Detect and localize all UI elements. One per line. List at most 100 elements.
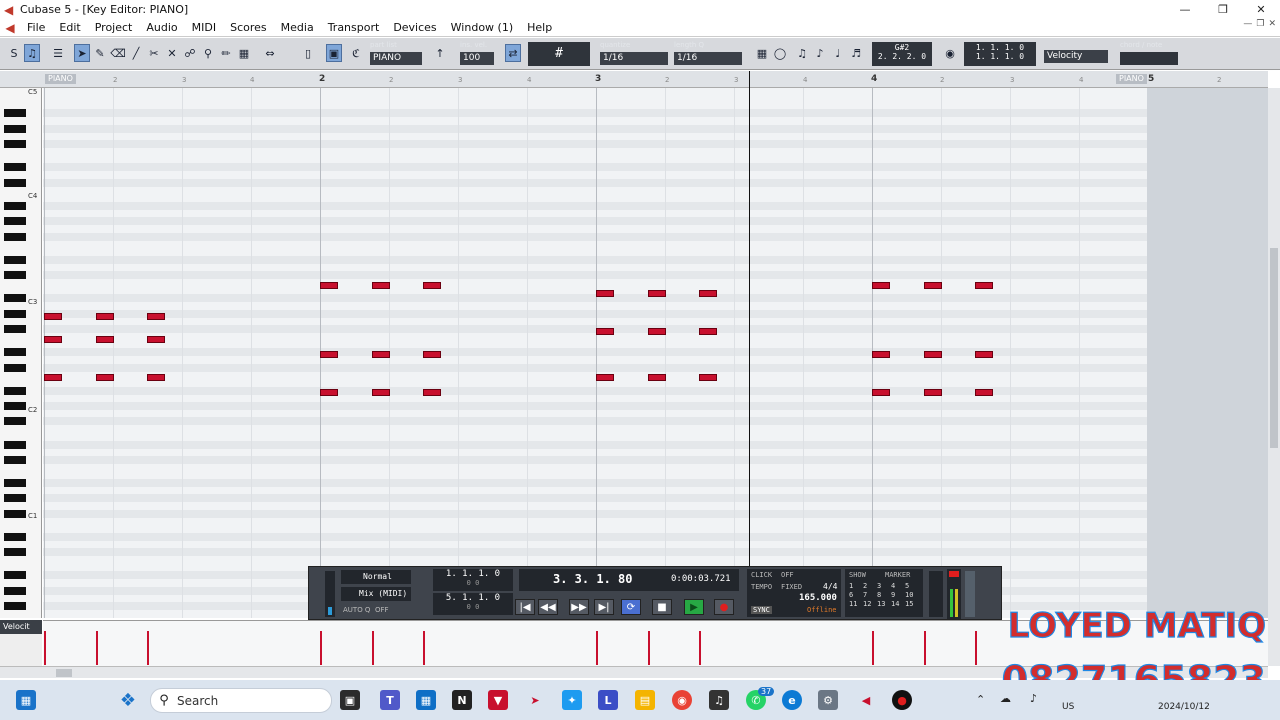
marker-button-4[interactable]: 4 <box>891 582 905 590</box>
marker-button-13[interactable]: 13 <box>877 600 891 608</box>
notion-icon[interactable]: N <box>452 690 472 710</box>
cubase-taskbar-icon[interactable]: ◀ <box>856 690 876 710</box>
onedrive-icon[interactable]: ☁ <box>1000 692 1011 705</box>
controller-selector[interactable]: Velocity <box>1042 43 1110 69</box>
midi-note[interactable] <box>147 374 166 381</box>
erase-tool-icon[interactable]: ⌫ <box>110 44 126 62</box>
show-markers-button[interactable]: SHOW <box>849 571 866 579</box>
black-key[interactable] <box>4 586 26 595</box>
marker-button-8[interactable]: 8 <box>877 591 891 599</box>
velocity-bar[interactable] <box>423 631 426 665</box>
cycle-button[interactable]: ⟳ <box>621 599 641 615</box>
cycle-record-mode-selector[interactable]: Mix (MIDI) <box>341 587 411 601</box>
marker-button-3[interactable]: 3 <box>877 582 891 590</box>
midi-note[interactable] <box>44 313 62 320</box>
black-key[interactable] <box>4 309 26 318</box>
store-icon[interactable]: ▦ <box>416 690 436 710</box>
black-key[interactable] <box>4 602 26 611</box>
black-key[interactable] <box>4 201 26 210</box>
menu-audio[interactable]: Audio <box>139 21 184 34</box>
split-tool-icon[interactable]: ✂ <box>146 44 162 62</box>
zoom-tool-icon[interactable]: ⚲ <box>200 44 216 62</box>
mdi-close-icon[interactable]: ✕ <box>1268 19 1276 29</box>
mute-tool-icon[interactable]: ✕ <box>164 44 180 62</box>
start-icon[interactable]: ❖ <box>118 690 138 711</box>
black-key[interactable] <box>4 571 26 580</box>
midi-note[interactable] <box>647 328 666 335</box>
tempo-button[interactable]: TEMPO <box>751 583 772 591</box>
black-key[interactable] <box>4 509 26 518</box>
time-warp-tool-icon[interactable]: ▦ <box>236 44 252 62</box>
glue-tool-icon[interactable]: ☍ <box>182 44 198 62</box>
midi-note[interactable] <box>699 374 718 381</box>
taskbar-search-box[interactable]: ⚲ Search <box>150 688 332 713</box>
marker-button-12[interactable]: 12 <box>863 600 877 608</box>
midi-note[interactable] <box>147 313 166 320</box>
horizontal-scroll-thumb[interactable] <box>56 669 72 677</box>
midi-note[interactable] <box>320 351 338 358</box>
note-off-icon[interactable]: ♬ <box>848 44 864 62</box>
midi-note[interactable] <box>596 290 614 297</box>
edge-icon[interactable]: e <box>782 690 802 710</box>
midi-note[interactable] <box>371 389 390 396</box>
velocity-bar[interactable] <box>872 631 874 665</box>
midi-input-icon[interactable]: ◯ <box>772 44 788 62</box>
midi-note[interactable] <box>923 282 942 289</box>
step-input-icon[interactable]: ▦ <box>754 44 770 62</box>
black-key[interactable] <box>4 109 26 118</box>
position-display[interactable]: 3. 3. 1. 80 0:00:03.721 <box>519 569 739 591</box>
task-view-icon[interactable]: ▣ <box>340 690 360 710</box>
velocity-bar[interactable] <box>44 631 46 665</box>
rewind-button[interactable]: ◀◀ <box>538 599 558 615</box>
midi-note[interactable] <box>923 351 942 358</box>
marker-button-14[interactable]: 14 <box>891 600 905 608</box>
midi-note[interactable] <box>699 328 718 335</box>
teams-icon[interactable]: T <box>380 690 400 710</box>
click-button[interactable]: CLICK <box>751 571 772 579</box>
black-key[interactable] <box>4 363 26 372</box>
vertical-scroll-thumb[interactable] <box>1270 248 1278 448</box>
marker-button-9[interactable]: 9 <box>891 591 905 599</box>
edit-active-part-icon[interactable]: ▣ <box>326 44 342 62</box>
auto-quantize-button[interactable]: AUTO Q <box>343 606 370 614</box>
show-part-borders-icon[interactable]: ▯ <box>300 44 316 62</box>
menu-edit[interactable]: Edit <box>52 21 87 34</box>
go-to-end-button[interactable]: ▶| <box>594 599 614 615</box>
velocity-bar[interactable] <box>95 631 98 665</box>
insert-velocity-icon[interactable]: ↑ <box>432 44 448 62</box>
velocity-bar[interactable] <box>147 631 150 665</box>
info-line-icon[interactable]: ☰ <box>50 44 66 62</box>
menu-scores[interactable]: Scores <box>223 21 274 34</box>
marker-button-2[interactable]: 2 <box>863 582 877 590</box>
velocity-bar[interactable] <box>923 631 926 665</box>
midi-note[interactable] <box>423 351 442 358</box>
black-key[interactable] <box>4 402 26 410</box>
grid-type-icon[interactable]: # <box>528 42 590 66</box>
close-button[interactable]: ✕ <box>1242 0 1280 19</box>
stop-button[interactable]: ■ <box>652 599 672 615</box>
black-key[interactable] <box>4 271 26 280</box>
go-to-start-button[interactable]: |◀ <box>515 599 535 615</box>
sync-button[interactable]: SYNC <box>751 606 772 614</box>
velocity-bar[interactable] <box>975 631 978 665</box>
black-key[interactable] <box>4 348 26 357</box>
marker-button-6[interactable]: 6 <box>849 591 863 599</box>
draw-tool-icon[interactable]: ✎ <box>92 44 108 62</box>
recorder-icon[interactable]: ● <box>892 690 912 710</box>
menu-midi[interactable]: MIDI <box>185 21 223 34</box>
midi-note[interactable] <box>44 374 62 381</box>
black-key[interactable] <box>4 494 26 503</box>
object-selection-tool-icon[interactable]: ➤ <box>74 44 90 62</box>
mdi-restore-icon[interactable]: ❐ <box>1256 19 1264 29</box>
velocity-bar[interactable] <box>320 631 322 665</box>
microphone-icon[interactable]: ♪ <box>1030 692 1037 705</box>
mouse-position-icon[interactable]: ◉ <box>942 44 958 62</box>
marker-button-7[interactable]: 7 <box>863 591 877 599</box>
cubase-menu-icon[interactable]: ◀ <box>0 21 20 35</box>
velocity-bar[interactable] <box>699 631 702 665</box>
black-key[interactable] <box>4 163 26 172</box>
quantize-field[interactable]: quantize 1/16 <box>598 41 670 67</box>
autoscroll-icon[interactable]: ⇔ <box>262 44 278 62</box>
midi-note[interactable] <box>872 389 890 396</box>
l-app-icon[interactable]: L <box>598 690 618 710</box>
